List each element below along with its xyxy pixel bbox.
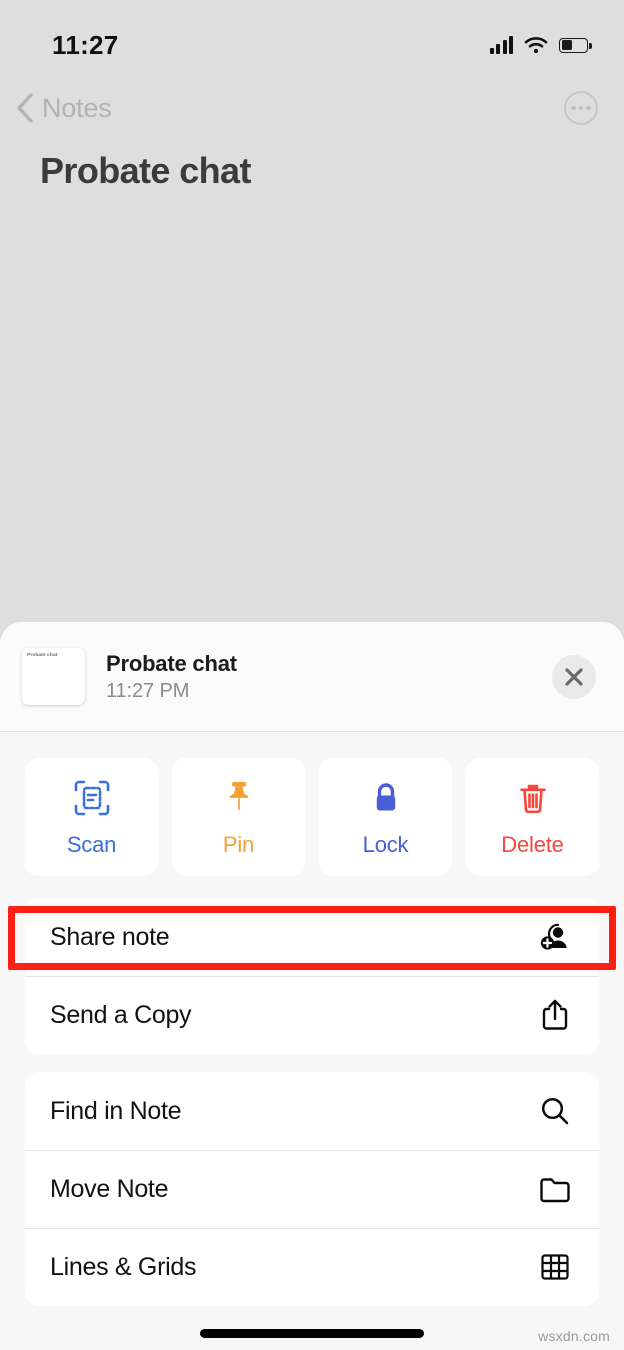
note-actions-sheet: Probate chat Probate chat 11:27 PM Scan … [0,622,624,1350]
close-button[interactable] [552,654,596,699]
folder-icon [537,1171,573,1207]
close-icon [565,667,583,686]
menu-item-label: Find in Note [50,1096,182,1125]
pushpin-icon [219,777,259,819]
menu-item-label: Share note [50,922,170,951]
note-thumbnail: Probate chat [22,648,85,705]
chevron-left-icon [17,93,33,123]
sheet-subtitle: 11:27 PM [106,679,190,702]
status-bar: 11:27 [0,0,624,72]
quick-action-label: Scan [66,831,117,857]
back-to-notes-button[interactable]: Notes [14,91,112,125]
sheet-header-text: Probate chat 11:27 PM [106,651,552,703]
grid-icon [537,1249,573,1285]
document-scan-icon [72,777,112,819]
menu-group-note-tools: Find in Note Move Note Lines & Grids [25,1072,599,1306]
menu-item-lines-and-grids[interactable]: Lines & Grids [25,1228,599,1306]
note-thumbnail-text: Probate chat [27,652,58,658]
menu-item-find-in-note[interactable]: Find in Note [25,1072,599,1150]
quick-action-label: Pin [222,831,255,857]
quick-action-pin[interactable]: Pin [172,758,305,876]
menu-item-move-note[interactable]: Move Note [25,1150,599,1228]
person-add-icon [537,919,573,955]
cellular-signal-icon [489,36,513,54]
status-icons [489,36,592,54]
back-button-label: Notes [42,92,112,123]
battery-icon [559,37,592,53]
menu-item-send-a-copy[interactable]: Send a Copy [25,976,599,1054]
menu-item-share-note[interactable]: Share note [25,898,599,976]
sheet-header: Probate chat Probate chat 11:27 PM [0,622,624,732]
quick-action-delete[interactable]: Delete [466,758,599,876]
quick-action-lock[interactable]: Lock [319,758,452,876]
wifi-icon [524,37,548,54]
menu-item-label: Move Note [50,1174,169,1203]
menu-item-label: Send a Copy [50,1000,192,1029]
share-export-icon [537,997,573,1033]
home-indicator [200,1329,424,1338]
padlock-icon [366,777,406,819]
magnifier-icon [537,1093,573,1129]
quick-actions-row: Scan Pin Lock Delete [0,732,624,898]
quick-action-label: Lock [362,831,409,857]
ellipsis-circle-icon[interactable] [564,91,598,125]
page-title: Probate chat [40,150,251,191]
menu-item-label: Lines & Grids [50,1252,197,1281]
watermark: wsxdn.com [538,1328,610,1344]
quick-action-scan[interactable]: Scan [25,758,158,876]
quick-action-label: Delete [501,831,564,857]
sheet-title: Probate chat [106,650,237,676]
trash-icon [513,777,553,819]
status-time: 11:27 [52,29,119,60]
menu-group-share: Share note Send a Copy [25,898,599,1054]
navigation-bar: Notes [0,80,624,136]
